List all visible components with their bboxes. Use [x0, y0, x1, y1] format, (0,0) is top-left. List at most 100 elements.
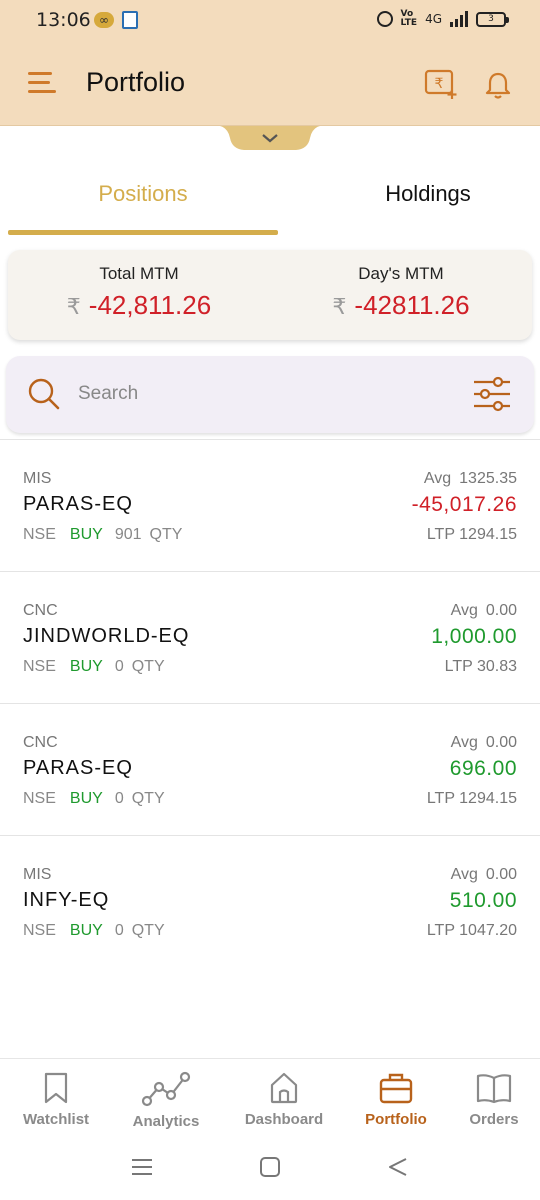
rupee-icon: ₹	[66, 294, 81, 319]
side-badge: BUY	[69, 790, 103, 807]
battery-icon: 3	[476, 11, 509, 27]
bookmark-icon	[44, 1072, 68, 1104]
nav-analytics[interactable]: Analytics	[112, 1071, 220, 1141]
home-button-icon[interactable]	[258, 1156, 282, 1178]
ltp: LTP 30.83	[444, 658, 517, 675]
tab-holdings[interactable]: Holdings	[290, 168, 540, 224]
product-type: CNC	[23, 602, 58, 619]
volte-icon: Vo LTE	[400, 9, 418, 28]
page-title: Portfolio	[86, 67, 186, 97]
side-badge: BUY	[69, 526, 103, 543]
symbol: JINDWORLD-EQ	[23, 625, 190, 647]
symbol: INFY-EQ	[23, 889, 110, 911]
symbol: PARAS-EQ	[23, 493, 133, 515]
app-notification-icon	[122, 11, 138, 29]
book-icon	[476, 1074, 512, 1104]
position-meta: NSE BUY 0 QTY	[23, 790, 165, 808]
avg-value: 0.00	[485, 866, 517, 883]
average-price: Avg 0.00	[451, 602, 517, 620]
avg-label: Avg	[450, 866, 478, 883]
day-mtm-label: Day's MTM	[358, 264, 444, 283]
network-type: 4G	[425, 12, 442, 26]
quantity: 0	[114, 658, 124, 675]
pnl-value: 510.00	[449, 889, 517, 912]
quantity-label: QTY	[131, 658, 165, 675]
average-price: Avg 1325.35	[424, 470, 517, 488]
status-icons: Vo LTE 4G 3	[376, 9, 509, 28]
collapse-header-chevron-icon[interactable]	[220, 126, 320, 150]
back-icon[interactable]	[386, 1156, 410, 1178]
quantity-label: QTY	[149, 526, 183, 543]
position-meta: NSE BUY 0 QTY	[23, 922, 165, 940]
home-icon	[270, 1072, 298, 1104]
alarm-icon	[376, 11, 393, 27]
status-bar: 13:06 ∞ Vo LTE 4G 3	[0, 0, 540, 42]
day-mtm-value: ₹ -42811.26	[270, 290, 532, 321]
nav-label: Analytics	[132, 1113, 200, 1130]
nav-label: Orders	[469, 1111, 519, 1128]
position-row[interactable]: MIS PARAS-EQ NSE BUY 901 QTY Avg 1325.35 -45…	[0, 440, 540, 572]
mtm-summary-card: Total MTM ₹ -42,811.26 Day's MTM ₹ -42811.…	[8, 250, 532, 340]
total-mtm-label: Total MTM	[99, 264, 179, 283]
avg-label: Avg	[423, 470, 452, 487]
product-type: CNC	[23, 734, 58, 751]
position-row[interactable]: CNC JINDWORLD-EQ NSE BUY 0 QTY Avg 0.00 1,00…	[0, 572, 540, 704]
day-mtm: Day's MTM ₹ -42811.26	[270, 264, 532, 321]
add-funds-rupee-icon[interactable]: ₹	[424, 68, 460, 100]
side-badge: BUY	[69, 658, 103, 675]
nav-dashboard[interactable]: Dashboard	[230, 1071, 338, 1141]
signal-icon	[450, 11, 468, 27]
notification-bell-icon[interactable]	[485, 70, 511, 100]
product-type: MIS	[23, 470, 52, 487]
rupee-icon: ₹	[332, 294, 347, 319]
position-meta: NSE BUY 0 QTY	[23, 658, 165, 676]
infinity-notification-icon: ∞	[94, 12, 114, 28]
quantity-label: QTY	[131, 922, 165, 939]
filter-sliders-icon[interactable]	[472, 376, 512, 412]
search-icon[interactable]	[26, 376, 62, 412]
app-header: 13:06 ∞ Vo LTE 4G 3 Portfolio ₹	[0, 0, 540, 126]
ltp: LTP 1047.20	[426, 922, 517, 939]
pnl-value: -45,017.26	[411, 493, 517, 516]
svg-text:₹: ₹	[435, 76, 444, 92]
quantity-label: QTY	[131, 790, 165, 807]
pnl-value: 1,000.00	[431, 625, 517, 648]
nav-watchlist[interactable]: Watchlist	[2, 1071, 110, 1141]
exchange: NSE	[23, 922, 56, 939]
total-mtm-value: ₹ -42,811.26	[8, 290, 270, 321]
nav-label: Portfolio	[365, 1111, 427, 1128]
avg-label: Avg	[450, 734, 478, 751]
ltp: LTP 1294.15	[426, 790, 517, 807]
nav-label: Dashboard	[244, 1111, 324, 1128]
menu-icon[interactable]	[28, 72, 56, 96]
nav-portfolio[interactable]: Portfolio	[342, 1071, 450, 1141]
avg-value: 1325.35	[459, 470, 517, 487]
search-bar	[6, 356, 534, 433]
average-price: Avg 0.00	[451, 866, 517, 884]
nav-label: Watchlist	[22, 1111, 90, 1128]
average-price: Avg 0.00	[451, 734, 517, 752]
quantity: 0	[114, 790, 124, 807]
status-time: 13:06	[36, 9, 91, 31]
exchange: NSE	[23, 526, 56, 543]
exchange: NSE	[23, 790, 56, 807]
product-type: MIS	[23, 866, 52, 883]
system-navigation-bar	[0, 1142, 540, 1200]
quantity: 901	[114, 526, 142, 543]
exchange: NSE	[23, 658, 56, 675]
position-meta: NSE BUY 901 QTY	[23, 526, 182, 544]
ltp: LTP 1294.15	[426, 526, 517, 543]
recent-apps-icon[interactable]	[130, 1156, 154, 1178]
total-mtm-amount: -42,811.26	[88, 290, 212, 320]
pnl-value: 696.00	[449, 757, 517, 780]
avg-label: Avg	[450, 602, 478, 619]
position-row[interactable]: CNC PARAS-EQ NSE BUY 0 QTY Avg 0.00 696.00 L…	[0, 704, 540, 836]
position-row[interactable]: MIS INFY-EQ NSE BUY 0 QTY Avg 0.00 510.00 LT…	[0, 836, 540, 968]
nav-orders[interactable]: Orders	[440, 1071, 540, 1141]
total-mtm: Total MTM ₹ -42,811.26	[8, 264, 270, 321]
quantity: 0	[114, 922, 124, 939]
tab-positions[interactable]: Positions	[8, 168, 278, 224]
day-mtm-amount: -42811.26	[354, 290, 470, 320]
search-input[interactable]	[78, 376, 448, 412]
side-badge: BUY	[69, 922, 103, 939]
